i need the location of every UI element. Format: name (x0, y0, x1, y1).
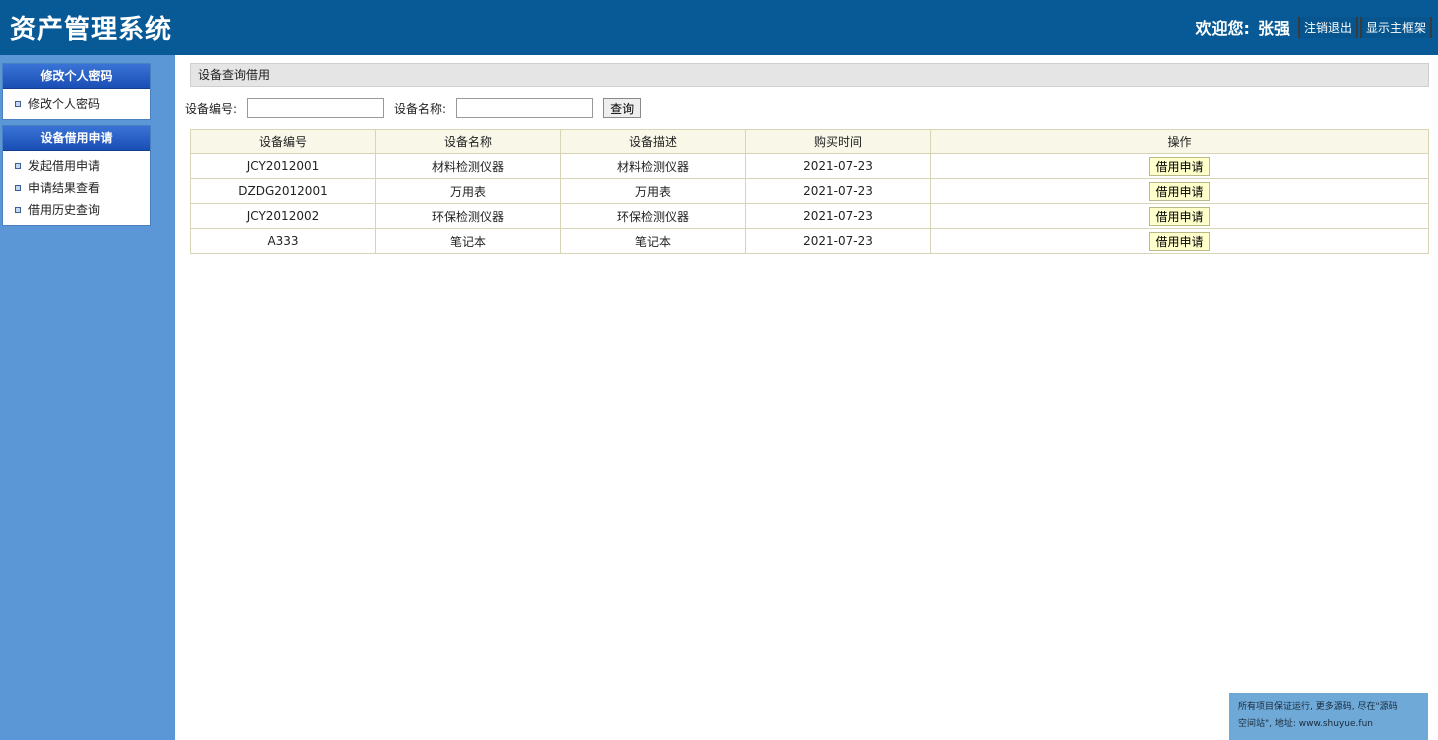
bullet-icon (15, 207, 21, 213)
device-id-label: 设备编号: (185, 101, 238, 116)
borrow-request-button[interactable]: 借用申请 (1149, 181, 1210, 201)
main-content: 设备查询借用 设备编号: 设备名称: 查询 设备编号 设备名称 设备描述 购买时… (175, 55, 1438, 740)
menu-group-borrow: 设备借用申请 发起借用申请 申请结果查看 借用历史查询 (2, 125, 151, 226)
column-header-id: 设备编号 (190, 129, 376, 154)
welcome-label: 欢迎您: (1195, 19, 1250, 38)
device-id-input[interactable] (247, 98, 385, 118)
sidebar-item-label: 修改个人密码 (28, 97, 101, 111)
menu-list: 修改个人密码 (3, 89, 150, 119)
query-button[interactable]: 查询 (603, 98, 642, 118)
source-notice: 所有项目保证运行, 更多源码, 尽在"源码 空间站", 地址: www.shuy… (1229, 693, 1428, 740)
show-main-frame-link[interactable]: 显示主框架 (1359, 16, 1432, 38)
borrow-request-button[interactable]: 借用申请 (1149, 156, 1210, 176)
cell-device-desc: 笔记本 (560, 228, 746, 254)
menu-group-password: 修改个人密码 修改个人密码 (2, 63, 151, 120)
cell-action: 借用申请 (930, 203, 1429, 229)
cell-purchase-date: 2021-07-23 (745, 203, 931, 229)
cell-device-name: 材料检测仪器 (375, 153, 561, 179)
bullet-icon (15, 101, 21, 107)
cell-purchase-date: 2021-07-23 (745, 228, 931, 254)
sidebar-item-change-password[interactable]: 修改个人密码 (3, 93, 150, 115)
cell-device-name: 笔记本 (375, 228, 561, 254)
column-header-action: 操作 (930, 129, 1429, 154)
device-table: 设备编号 设备名称 设备描述 购买时间 操作 JCY2012001 材料检测仪器… (190, 129, 1429, 254)
sidebar-item-borrow-history[interactable]: 借用历史查询 (3, 199, 150, 221)
sidebar-item-label: 借用历史查询 (28, 203, 101, 217)
sidebar-item-start-borrow[interactable]: 发起借用申请 (3, 155, 150, 177)
cell-action: 借用申请 (930, 153, 1429, 179)
borrow-request-button[interactable]: 借用申请 (1149, 206, 1210, 226)
cell-device-name: 环保检测仪器 (375, 203, 561, 229)
cell-device-id: A333 (190, 228, 376, 254)
notice-line: 所有项目保证运行, 更多源码, 尽在"源码 (1238, 702, 1398, 712)
table-row: DZDG2012001 万用表 万用表 2021-07-23 借用申请 (190, 178, 1429, 204)
table-row: JCY2012001 材料检测仪器 材料检测仪器 2021-07-23 借用申请 (190, 153, 1429, 179)
cell-device-desc: 万用表 (560, 178, 746, 204)
device-name-input[interactable] (456, 98, 594, 118)
device-name-label: 设备名称: (394, 101, 447, 116)
sidebar-item-label: 申请结果查看 (28, 181, 101, 195)
cell-device-id: JCY2012002 (190, 203, 376, 229)
cell-action: 借用申请 (930, 178, 1429, 204)
table-row: JCY2012002 环保检测仪器 环保检测仪器 2021-07-23 借用申请 (190, 203, 1429, 229)
cell-device-desc: 材料检测仪器 (560, 153, 746, 179)
notice-line: 空间站", 地址: www.shuyue.fun (1238, 719, 1373, 729)
cell-action: 借用申请 (930, 228, 1429, 254)
column-header-desc: 设备描述 (560, 129, 746, 154)
table-header-row: 设备编号 设备名称 设备描述 购买时间 操作 (190, 129, 1429, 154)
cell-device-id: DZDG2012001 (190, 178, 376, 204)
app-title: 资产管理系统 (10, 15, 173, 45)
bullet-icon (15, 185, 21, 191)
menu-head-borrow[interactable]: 设备借用申请 (3, 126, 150, 151)
table-row: A333 笔记本 笔记本 2021-07-23 借用申请 (190, 228, 1429, 254)
menu-list: 发起借用申请 申请结果查看 借用历史查询 (3, 151, 150, 225)
column-header-name: 设备名称 (375, 129, 561, 154)
sidebar-item-label: 发起借用申请 (28, 159, 101, 173)
logout-link[interactable]: 注销退出 (1297, 16, 1358, 38)
cell-purchase-date: 2021-07-23 (745, 178, 931, 204)
bullet-icon (15, 163, 21, 169)
sidebar-item-view-result[interactable]: 申请结果查看 (3, 177, 150, 199)
cell-device-id: JCY2012001 (190, 153, 376, 179)
cell-purchase-date: 2021-07-23 (745, 153, 931, 179)
column-header-date: 购买时间 (745, 129, 931, 154)
cell-device-name: 万用表 (375, 178, 561, 204)
user-name: 张强 (1257, 19, 1290, 38)
app-header: 资产管理系统 欢迎您: 张强 注销退出 显示主框架 (0, 0, 1438, 55)
cell-device-desc: 环保检测仪器 (560, 203, 746, 229)
sidebar: 修改个人密码 修改个人密码 设备借用申请 发起借用申请 申请结果查看 借用历史查… (0, 55, 175, 740)
search-form: 设备编号: 设备名称: 查询 (185, 97, 642, 119)
borrow-request-button[interactable]: 借用申请 (1149, 231, 1210, 251)
user-area: 欢迎您: 张强 注销退出 显示主框架 (1196, 16, 1432, 38)
menu-head-password[interactable]: 修改个人密码 (3, 64, 150, 89)
breadcrumb: 设备查询借用 (190, 63, 1429, 87)
